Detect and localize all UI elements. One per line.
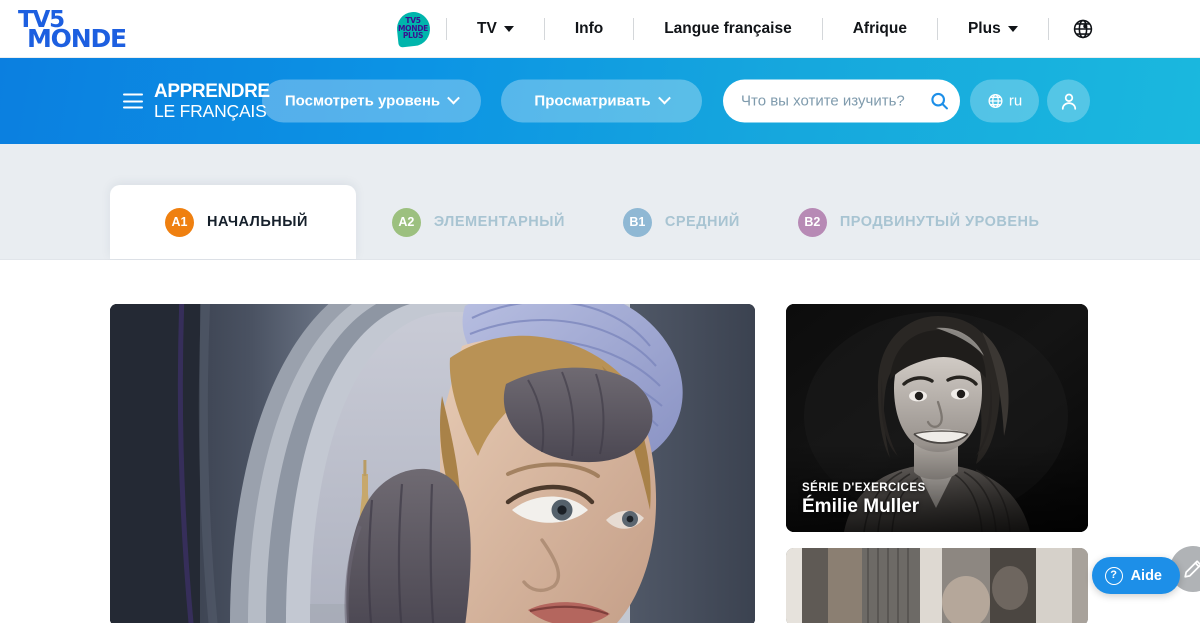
site-title[interactable]: APPRENDRE LE FRANÇAIS [154, 82, 270, 121]
nav-divider [543, 18, 545, 40]
site-title-line-2: LE FRANÇAIS [154, 100, 267, 121]
chevron-down-icon [503, 26, 514, 32]
language-code: ru [1008, 92, 1023, 110]
main-content: SÉRIE D'EXERCICES Émilie Muller ? Aide [0, 260, 1200, 623]
nav-divider [1047, 18, 1049, 40]
emilie-muller-thumbnail [786, 304, 1088, 532]
nav-item-info[interactable]: Info [549, 0, 629, 58]
view-level-button[interactable]: Посмотреть уровень [262, 79, 481, 123]
level-tab-a2[interactable]: A2 ЭЛЕМЕНТАРНЫЙ [356, 185, 587, 259]
level-tabs: A1 НАЧАЛЬНЫЙ A2 ЭЛЕМЕНТАРНЫЙ B1 СРЕДНИЙ … [110, 143, 1061, 259]
level-label-b2: ПРОДВИНУТЫЙ УРОВЕНЬ [839, 214, 1040, 230]
level-badge-b1: B1 [622, 207, 652, 237]
level-label-a1: НАЧАЛЬНЫЙ [207, 214, 308, 230]
plus-logo-text: TV5 MONDE PLUS [398, 16, 428, 41]
hamburger-icon[interactable] [123, 93, 143, 109]
level-badge-a1: A1 [165, 207, 194, 237]
pencil-icon [1184, 560, 1200, 578]
nav-item-label: TV [477, 20, 497, 37]
nav-divider [936, 18, 938, 40]
level-label-b1: СРЕДНИЙ [664, 214, 740, 230]
browse-label: Просматривать [534, 92, 651, 110]
browse-button[interactable]: Просматривать [501, 79, 702, 123]
globe-icon [988, 93, 1003, 109]
level-tab-b2[interactable]: B2 ПРОДВИНУТЫЙ УРОВЕНЬ [762, 185, 1062, 259]
exercise-card-second[interactable] [786, 548, 1088, 623]
chevron-down-icon [447, 91, 461, 105]
second-card-thumbnail [786, 548, 1088, 623]
user-icon [1061, 93, 1076, 110]
tv5monde-logo[interactable]: TV5 MONDE [18, 9, 146, 53]
tv5monde-plus-logo[interactable]: TV5 MONDE PLUS [390, 9, 436, 49]
chevron-down-icon [657, 91, 671, 105]
hamburger-line [123, 106, 143, 109]
help-button[interactable]: ? Aide [1091, 557, 1180, 594]
search-icon[interactable] [922, 84, 956, 118]
level-badge-a2: A2 [391, 207, 421, 237]
apprendre-toolbar: APPRENDRE LE FRANÇAIS Посмотреть уровень… [0, 58, 1200, 144]
nav-divider [633, 18, 635, 40]
nav-item-label: Plus [967, 20, 1001, 37]
top-navigation-bar: TV5 MONDE TV5 MONDE PLUS TV Info Langue fr… [0, 0, 1200, 58]
level-label-a2: ЭЛЕМЕНТАРНЫЙ [433, 214, 565, 230]
search-box[interactable] [723, 79, 960, 123]
site-title-line-1: APPRENDRE [154, 80, 270, 102]
nav-item-label: Langue française [664, 20, 792, 37]
logo-line-2: MONDE [27, 24, 127, 53]
nav-divider [821, 18, 823, 40]
hero-image [110, 304, 755, 623]
chevron-down-icon [1007, 26, 1018, 32]
nav-item-afrique[interactable]: Afrique [827, 0, 933, 58]
hamburger-line [123, 93, 143, 96]
nav-item-plus[interactable]: Plus [942, 0, 1044, 58]
search-input[interactable] [741, 92, 922, 110]
nav-divider [446, 18, 447, 40]
help-button-label: Aide [1130, 567, 1162, 584]
exercise-card-emilie-muller[interactable]: SÉRIE D'EXERCICES Émilie Muller [786, 304, 1088, 532]
hero-video-thumbnail[interactable] [110, 304, 755, 623]
globe-icon[interactable] [1071, 17, 1095, 41]
nav-item-langue-francaise[interactable]: Langue française [638, 0, 818, 58]
top-nav-items: TV5 MONDE PLUS TV Info Langue française Af… [390, 0, 1095, 58]
language-selector-button[interactable]: ru [970, 79, 1039, 123]
nav-item-label: Info [574, 20, 604, 37]
level-tabs-bar: A1 НАЧАЛЬНЫЙ A2 ЭЛЕМЕНТАРНЫЙ B1 СРЕДНИЙ … [0, 144, 1200, 260]
level-tab-b1[interactable]: B1 СРЕДНИЙ [587, 185, 762, 259]
question-mark-icon: ? [1104, 566, 1123, 585]
level-badge-b2: B2 [797, 207, 827, 237]
nav-item-label: Afrique [852, 20, 907, 37]
level-tab-a1[interactable]: A1 НАЧАЛЬНЫЙ [110, 185, 356, 259]
hamburger-line [123, 100, 143, 102]
user-account-button[interactable] [1047, 79, 1090, 123]
nav-item-tv[interactable]: TV [451, 0, 540, 58]
view-level-label: Посмотреть уровень [284, 92, 441, 110]
